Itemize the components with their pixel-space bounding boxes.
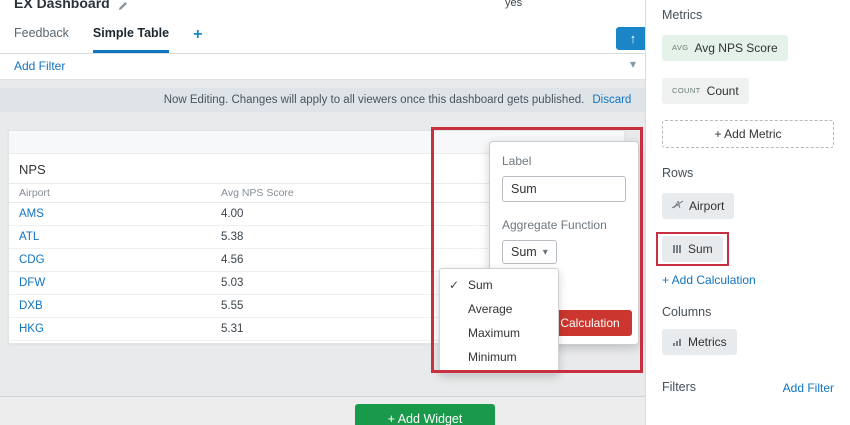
add-widget-button[interactable]: + Add Widget <box>355 404 495 425</box>
row-chip-label: Sum <box>688 242 713 256</box>
column-chip-metrics[interactable]: Metrics <box>662 329 737 355</box>
check-icon: ✓ <box>449 273 459 297</box>
bar-chart-icon <box>672 337 682 347</box>
text-variable-icon: A <box>672 199 683 213</box>
filters-heading: Filters <box>662 380 696 395</box>
column-chip-label: Metrics <box>688 335 727 349</box>
row-chip-label: Airport <box>689 199 724 213</box>
airport-link[interactable]: HKG <box>19 323 44 335</box>
menu-item-maximum[interactable]: Maximum <box>440 321 558 345</box>
banner-message: Now Editing. Changes will apply to all v… <box>164 94 585 106</box>
metric-label: Count <box>707 84 739 98</box>
metric-chip-count[interactable]: COUNT Count <box>662 78 749 104</box>
add-metric-button[interactable]: + Add Metric <box>662 120 834 148</box>
aggregate-function-heading: Aggregate Function <box>502 218 626 232</box>
aggregate-function-select[interactable]: Sum ▾ <box>502 240 557 264</box>
add-tab-button[interactable]: + <box>193 16 202 53</box>
chevron-down-icon[interactable]: ▾ <box>630 57 636 71</box>
row-chip-airport[interactable]: A Airport <box>662 193 734 219</box>
airport-link[interactable]: ATL <box>19 231 39 243</box>
metric-label: Avg NPS Score <box>694 41 777 55</box>
menu-item-label: Sum <box>468 278 493 292</box>
add-calculation-link[interactable]: + Add Calculation <box>662 273 834 288</box>
edit-pencil-icon[interactable] <box>118 1 128 11</box>
label-heading: Label <box>502 154 626 168</box>
airport-link[interactable]: CDG <box>19 254 45 266</box>
menu-item-label: Minimum <box>468 350 517 364</box>
label-input[interactable] <box>502 176 626 202</box>
columns-heading: Columns <box>662 305 834 320</box>
menu-item-label: Maximum <box>468 326 520 340</box>
menu-item-sum[interactable]: ✓ Sum <box>440 273 558 297</box>
aggregate-selected-value: Sum <box>511 245 537 259</box>
dashboard-editor: EX Dashboard yes Feedback Simple Table +… <box>0 0 850 425</box>
add-filter-link[interactable]: Add Filter <box>14 59 65 73</box>
menu-item-average[interactable]: Average <box>440 297 558 321</box>
header-right-text: yes <box>505 0 522 9</box>
airport-link[interactable]: AMS <box>19 208 44 220</box>
number-set-icon <box>672 244 682 254</box>
sidebar-add-filter-link[interactable]: Add Filter <box>783 381 834 395</box>
metric-type-label: COUNT <box>672 84 701 98</box>
chevron-down-icon: ▾ <box>543 247 548 258</box>
airport-link[interactable]: DXB <box>19 300 43 312</box>
column-header-airport[interactable]: Airport <box>9 184 211 203</box>
row-chip-sum[interactable]: Sum <box>662 236 723 262</box>
upload-arrow-icon: ↑ <box>630 31 637 46</box>
dashboard-title: EX Dashboard <box>14 0 110 11</box>
settings-sidebar: Metrics AVG Avg NPS Score COUNT Count + … <box>645 0 850 425</box>
discard-link[interactable]: Discard <box>592 94 631 106</box>
aggregate-function-menu: ✓ Sum Average Maximum Minimum <box>439 268 559 374</box>
metrics-heading: Metrics <box>662 8 834 23</box>
metric-type-label: AVG <box>672 41 688 55</box>
menu-item-minimum[interactable]: Minimum <box>440 345 558 369</box>
airport-link[interactable]: DFW <box>19 277 45 289</box>
metric-chip-avg-nps-score[interactable]: AVG Avg NPS Score <box>662 35 788 61</box>
filters-section: Filters Add Filter <box>662 380 834 395</box>
annotation-highlight-sum-chip: Sum <box>656 232 729 266</box>
tab-simple-table[interactable]: Simple Table <box>93 16 169 53</box>
tab-feedback[interactable]: Feedback <box>14 16 69 53</box>
menu-item-label: Average <box>468 302 512 316</box>
rows-heading: Rows <box>662 166 834 181</box>
